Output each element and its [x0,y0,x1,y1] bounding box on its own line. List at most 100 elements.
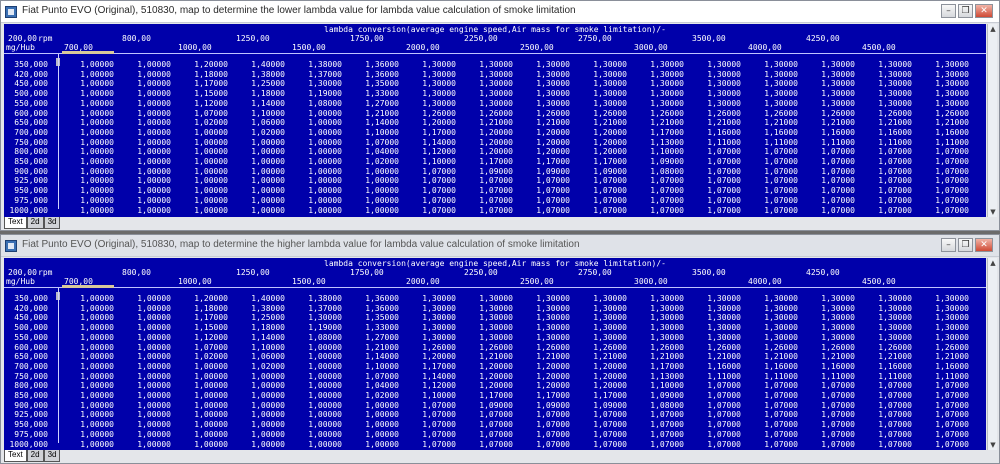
map-cell[interactable]: 1,07000 [575,176,627,185]
map-cell[interactable]: 1,00000 [176,420,228,429]
map-cell[interactable]: 1,00000 [62,206,114,215]
map-cell[interactable]: 1,10000 [632,147,684,156]
map-cell[interactable]: 1,30000 [689,79,741,88]
map-cell[interactable]: 1,30000 [518,333,570,342]
map-cell[interactable]: 1,11000 [860,138,912,147]
column-scroll-marker[interactable] [62,51,114,54]
map-cell[interactable]: 1,07000 [917,167,969,176]
map-cell[interactable]: 1,08000 [290,99,342,108]
map-cell[interactable]: 1,30000 [689,89,741,98]
map-cell[interactable]: 1,09000 [575,401,627,410]
tab-3d[interactable]: 3d [43,450,61,462]
map-cell[interactable]: 1,30000 [746,99,798,108]
map-cell[interactable]: 1,07000 [803,391,855,400]
map-cell[interactable]: 1,07000 [518,206,570,215]
map-cell[interactable]: 1,16000 [689,362,741,371]
map-table[interactable]: lambda conversion(average engine speed,A… [4,258,986,450]
map-cell[interactable]: 1,21000 [860,118,912,127]
map-cell[interactable]: 1,00000 [290,157,342,166]
map-cell[interactable]: 1,00000 [233,410,285,419]
map-cell[interactable]: 1,30000 [860,333,912,342]
map-cell[interactable]: 1,00000 [119,410,171,419]
map-cell[interactable]: 1,10000 [404,157,456,166]
map-cell[interactable]: 1,18000 [176,304,228,313]
map-cell[interactable]: 1,21000 [518,352,570,361]
map-cell[interactable]: 1,30000 [860,89,912,98]
map-cell[interactable]: 1,36000 [347,70,399,79]
map-cell[interactable]: 1,00000 [176,157,228,166]
map-cell[interactable]: 1,30000 [632,294,684,303]
map-cell[interactable]: 1,30000 [803,313,855,322]
map-cell[interactable]: 1,17000 [176,313,228,322]
map-cell[interactable]: 1,08000 [632,401,684,410]
map-cell[interactable]: 1,30000 [404,89,456,98]
map-cell[interactable]: 1,26000 [632,343,684,352]
map-cell[interactable]: 1,00000 [62,391,114,400]
map-cell[interactable]: 1,20000 [404,118,456,127]
map-cell[interactable]: 1,30000 [689,294,741,303]
map-cell[interactable]: 1,00000 [290,410,342,419]
map-cell[interactable]: 1,07000 [575,186,627,195]
map-cell[interactable]: 1,30000 [746,70,798,79]
map-cell[interactable]: 1,30000 [860,304,912,313]
map-cell[interactable]: 1,27000 [347,99,399,108]
map-cell[interactable]: 1,07000 [575,196,627,205]
map-cell[interactable]: 1,07000 [746,410,798,419]
map-cell[interactable]: 1,30000 [404,333,456,342]
map-cell[interactable]: 1,00000 [347,186,399,195]
map-cell[interactable]: 1,00000 [119,128,171,137]
map-cell[interactable]: 1,07000 [917,440,969,449]
map-cell[interactable]: 1,37000 [290,304,342,313]
map-cell[interactable]: 1,07000 [689,381,741,390]
map-cell[interactable]: 1,07000 [746,196,798,205]
map-cell[interactable]: 1,07000 [632,410,684,419]
map-cell[interactable]: 1,30000 [860,294,912,303]
map-cell[interactable]: 1,20000 [518,128,570,137]
map-cell[interactable]: 1,30000 [689,70,741,79]
map-cell[interactable]: 1,00000 [176,401,228,410]
map-cell[interactable]: 1,30000 [575,323,627,332]
map-cell[interactable]: 1,21000 [917,352,969,361]
map-cell[interactable]: 1,07000 [746,206,798,215]
map-cell[interactable]: 1,00000 [176,196,228,205]
map-cell[interactable]: 1,00000 [62,352,114,361]
map-cell[interactable]: 1,00000 [119,440,171,449]
map-cell[interactable]: 1,10000 [233,109,285,118]
map-cell[interactable]: 1,07000 [803,381,855,390]
map-cell[interactable]: 1,07000 [461,430,513,439]
map-cell[interactable]: 1,20000 [461,147,513,156]
map-cell[interactable]: 1,00000 [290,372,342,381]
map-cell[interactable]: 1,07000 [689,186,741,195]
scroll-up-icon[interactable]: ▲ [988,258,998,268]
map-cell[interactable]: 1,30000 [689,323,741,332]
map-cell[interactable]: 1,07000 [689,430,741,439]
map-cell[interactable]: 1,12000 [404,147,456,156]
map-cell[interactable]: 1,07000 [746,430,798,439]
map-cell[interactable]: 1,00000 [119,381,171,390]
map-cell[interactable]: 1,00000 [290,167,342,176]
map-cell[interactable]: 1,00000 [62,401,114,410]
map-cell[interactable]: 1,21000 [347,343,399,352]
map-cell[interactable]: 1,30000 [689,304,741,313]
map-cell[interactable]: 1,30000 [632,333,684,342]
map-cell[interactable]: 1,16000 [689,128,741,137]
map-cell[interactable]: 1,21000 [860,352,912,361]
map-cell[interactable]: 1,00000 [119,304,171,313]
map-cell[interactable]: 1,00000 [347,410,399,419]
tab-2d[interactable]: 2d [26,450,44,462]
map-cell[interactable]: 1,00000 [290,381,342,390]
map-cell[interactable]: 1,00000 [176,206,228,215]
map-cell[interactable]: 1,30000 [518,313,570,322]
map-cell[interactable]: 1,12000 [404,381,456,390]
map-cell[interactable]: 1,26000 [860,109,912,118]
map-cell[interactable]: 1,21000 [632,352,684,361]
map-cell[interactable]: 1,07000 [575,440,627,449]
map-cell[interactable]: 1,27000 [347,333,399,342]
map-cell[interactable]: 1,07000 [404,430,456,439]
map-cell[interactable]: 1,15000 [176,323,228,332]
map-cell[interactable]: 1,07000 [803,401,855,410]
map-cell[interactable]: 1,04000 [347,381,399,390]
map-cell[interactable]: 1,26000 [689,343,741,352]
map-cell[interactable]: 1,30000 [689,333,741,342]
map-cell[interactable]: 1,16000 [746,128,798,137]
